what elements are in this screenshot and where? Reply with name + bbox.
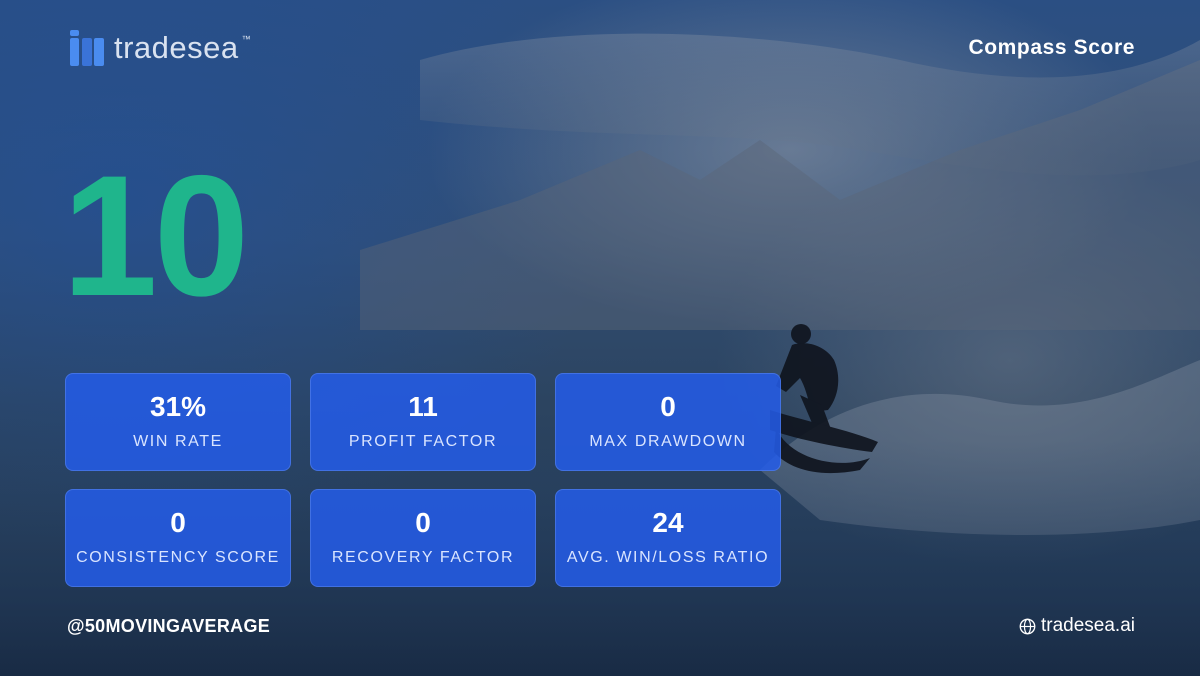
trademark-symbol: ™: [241, 34, 251, 44]
compass-score-value: 10: [62, 140, 249, 332]
metric-label: AVG. WIN/LOSS RATIO: [566, 549, 770, 566]
metric-tile-profit-factor: 11 PROFIT FACTOR: [310, 373, 536, 471]
website-url: tradesea.ai: [1040, 615, 1135, 636]
brand-logo[interactable]: tradesea ™: [70, 30, 251, 66]
metric-label: RECOVERY FACTOR: [331, 549, 515, 566]
card-title: Compass Score: [968, 36, 1135, 59]
brand-name: tradesea: [114, 30, 239, 65]
metric-tile-max-drawdown: 0 MAX DRAWDOWN: [555, 373, 781, 471]
share-card: tradesea ™ Compass Score 10 31% WIN RATE…: [0, 0, 1200, 676]
metric-label: WIN RATE: [133, 433, 223, 450]
tradesea-logo-icon: [70, 30, 104, 66]
website-link[interactable]: tradesea.ai: [1019, 615, 1135, 637]
globe-icon: [1019, 618, 1036, 634]
metric-value: 11: [408, 391, 438, 422]
metric-value: 0: [660, 391, 676, 422]
metric-label: CONSISTENCY SCORE: [76, 549, 280, 566]
metric-value: 24: [652, 507, 684, 538]
metric-label: MAX DRAWDOWN: [589, 433, 747, 450]
metrics-grid: 31% WIN RATE 11 PROFIT FACTOR 0 MAX DRAW…: [65, 373, 781, 587]
metric-tile-recovery-factor: 0 RECOVERY FACTOR: [310, 489, 536, 587]
metric-tile-win-rate: 31% WIN RATE: [65, 373, 291, 471]
metric-tile-avg-win-loss-ratio: 24 AVG. WIN/LOSS RATIO: [555, 489, 781, 587]
metric-value: 0: [170, 507, 186, 538]
metric-value: 31%: [149, 391, 207, 422]
metric-value: 0: [415, 507, 431, 538]
metric-label: PROFIT FACTOR: [348, 433, 498, 450]
user-handle: @50MOVINGAVERAGE: [67, 616, 271, 636]
metric-tile-consistency-score: 0 CONSISTENCY SCORE: [65, 489, 291, 587]
